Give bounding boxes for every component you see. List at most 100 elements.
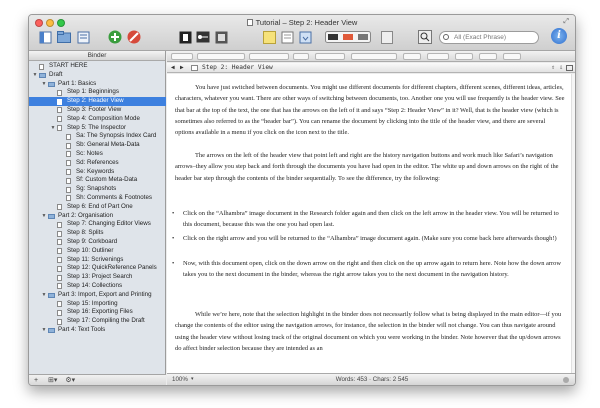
binder-toggle-icon[interactable] bbox=[37, 29, 53, 45]
binder-item[interactable]: Step 16: Exporting Files bbox=[29, 308, 166, 317]
quickreference-icon[interactable] bbox=[213, 29, 229, 45]
binder-item[interactable]: Sd: References bbox=[29, 159, 166, 168]
binder-item[interactable]: Step 6: End of Part One bbox=[29, 203, 166, 212]
disclosure-triangle-icon[interactable]: ▼ bbox=[32, 71, 38, 80]
binder-item[interactable]: Step 4: Composition Mode bbox=[29, 115, 166, 124]
add-document-icon[interactable] bbox=[107, 29, 123, 45]
highlight-button[interactable] bbox=[455, 53, 473, 60]
document-icon bbox=[39, 63, 44, 70]
add-item-button[interactable]: + bbox=[34, 377, 38, 384]
binder-item[interactable]: ▼ Step 5: The Inspector bbox=[29, 124, 166, 133]
disclosure-triangle-icon[interactable]: ▼ bbox=[41, 212, 47, 221]
binder-item[interactable]: Step 8: Splits bbox=[29, 229, 166, 238]
text-color-button[interactable] bbox=[427, 53, 449, 60]
document-icon bbox=[57, 309, 62, 316]
history-back-button[interactable]: ◀ bbox=[171, 63, 175, 73]
bullet-icon: • bbox=[172, 260, 175, 267]
disclosure-triangle-icon[interactable]: ▼ bbox=[41, 326, 47, 335]
view-mode-segment[interactable] bbox=[325, 29, 371, 45]
paragraph: While we’re here, note that the selectio… bbox=[175, 311, 562, 352]
move-to-trash-icon[interactable] bbox=[126, 29, 142, 45]
binder-item-label: Draft bbox=[49, 70, 63, 78]
binder-item[interactable]: Sc: Notes bbox=[29, 150, 166, 159]
snapshot-icon[interactable] bbox=[279, 29, 295, 45]
quicklook-icon[interactable] bbox=[417, 29, 433, 45]
text-style-buttons[interactable] bbox=[315, 53, 345, 60]
composition-mode-icon[interactable] bbox=[177, 29, 193, 45]
split-view-icon[interactable] bbox=[566, 65, 573, 71]
line-spacing-dropdown[interactable] bbox=[403, 53, 421, 60]
document-icon bbox=[57, 116, 62, 123]
fullscreen-icon[interactable]: ⤢ bbox=[563, 18, 569, 26]
binder-item-label: Step 14: Collections bbox=[67, 281, 123, 289]
lock-in-place-icon[interactable] bbox=[379, 29, 395, 45]
binder-item[interactable]: ▼ Part 4: Text Tools bbox=[29, 326, 166, 335]
disclosure-triangle-icon[interactable]: ▼ bbox=[41, 80, 47, 89]
binder-item-label: Step 6: End of Part One bbox=[67, 202, 133, 210]
gear-icon[interactable]: ⚙▾ bbox=[65, 377, 75, 384]
down-arrow-icon[interactable]: ⇩ bbox=[559, 63, 563, 73]
binder-item[interactable]: Sg: Snapshots bbox=[29, 185, 166, 194]
binder-item[interactable]: Step 11: Scrivenings bbox=[29, 256, 166, 265]
document-icon[interactable] bbox=[191, 65, 198, 71]
binder-item[interactable]: Sf: Custom Meta-Data bbox=[29, 176, 166, 185]
binder-item[interactable]: Step 1: Beginnings bbox=[29, 88, 166, 97]
add-menu-button[interactable]: ⊞▾ bbox=[48, 377, 57, 384]
document-icon bbox=[57, 125, 62, 132]
binder-item[interactable]: Step 15: Importing bbox=[29, 300, 166, 309]
binder-item[interactable]: Sb: General Meta-Data bbox=[29, 141, 166, 150]
binder-item[interactable]: Step 7: Changing Editor Views bbox=[29, 220, 166, 229]
binder-item[interactable]: Step 2: Header View bbox=[29, 97, 166, 106]
binder-item[interactable]: Step 9: Corkboard bbox=[29, 238, 166, 247]
binder-item[interactable]: Sa: The Synopsis Index Card bbox=[29, 132, 166, 141]
scrollbar[interactable] bbox=[571, 74, 575, 375]
binder-item[interactable]: Se: Keywords bbox=[29, 168, 166, 177]
inspector-panel-icon[interactable] bbox=[75, 29, 91, 45]
binder-item[interactable]: ▼ Part 2: Organisation bbox=[29, 212, 166, 221]
binder-item[interactable]: START HERE bbox=[29, 62, 166, 71]
header-title[interactable]: Step 2: Header View bbox=[202, 63, 273, 73]
disclosure-triangle-icon[interactable]: ▼ bbox=[50, 124, 56, 133]
info-icon[interactable]: i bbox=[551, 28, 567, 44]
style-dropdown[interactable] bbox=[171, 53, 193, 60]
binder-item[interactable]: Step 12: QuickReference Panels bbox=[29, 264, 166, 273]
document-icon bbox=[66, 169, 71, 176]
document-icon bbox=[66, 133, 71, 140]
note-icon[interactable] bbox=[261, 29, 277, 45]
search-icon bbox=[443, 34, 449, 40]
text-editor[interactable]: You have just switched between documents… bbox=[167, 74, 575, 375]
bullet-text: Now, with this document open, click on t… bbox=[183, 260, 562, 279]
search-input[interactable]: All (Exact Phrase) bbox=[439, 31, 539, 44]
font-family-dropdown[interactable] bbox=[197, 53, 245, 60]
target-icon[interactable] bbox=[563, 377, 569, 383]
font-style-dropdown[interactable] bbox=[249, 53, 289, 60]
disclosure-triangle-icon[interactable]: ▼ bbox=[41, 291, 47, 300]
binder-item[interactable]: Step 10: Outliner bbox=[29, 247, 166, 256]
binder-item[interactable]: Step 14: Collections bbox=[29, 282, 166, 291]
document-icon bbox=[66, 195, 71, 202]
binder-item-label: Step 5: The Inspector bbox=[67, 123, 127, 131]
binder-item[interactable]: ▼ Part 1: Basics bbox=[29, 80, 166, 89]
table-button[interactable] bbox=[503, 53, 521, 60]
binder-item-label: Step 16: Exporting Files bbox=[67, 308, 133, 316]
keywords-icon[interactable] bbox=[195, 29, 211, 45]
collections-folder-icon[interactable] bbox=[56, 29, 72, 45]
document-icon bbox=[57, 89, 62, 96]
binder-item[interactable]: Step 17: Compiling the Draft bbox=[29, 317, 166, 326]
binder-item-label: Sd: References bbox=[76, 158, 119, 166]
binder-item[interactable]: Sh: Comments & Footnotes bbox=[29, 194, 166, 203]
binder-item-label: Step 17: Compiling the Draft bbox=[67, 317, 145, 325]
list-style-dropdown[interactable] bbox=[479, 53, 497, 60]
compile-icon[interactable] bbox=[297, 29, 313, 45]
font-size-dropdown[interactable] bbox=[293, 53, 309, 60]
binder-item-label: Sb: General Meta-Data bbox=[76, 141, 140, 149]
up-arrow-icon[interactable]: ⇧ bbox=[551, 63, 555, 73]
binder-item-label: Step 10: Outliner bbox=[67, 246, 114, 254]
binder-item[interactable]: Step 13: Project Search bbox=[29, 273, 166, 282]
binder-item[interactable]: ▼ Part 3: Import, Export and Printing bbox=[29, 291, 166, 300]
history-forward-button[interactable]: ▶ bbox=[180, 63, 184, 73]
binder-item[interactable]: ▼ Draft bbox=[29, 71, 166, 80]
window-title: Tutorial – Step 2: Header View bbox=[29, 18, 575, 27]
binder-item[interactable]: Step 3: Footer View bbox=[29, 106, 166, 115]
alignment-buttons[interactable] bbox=[351, 53, 397, 60]
